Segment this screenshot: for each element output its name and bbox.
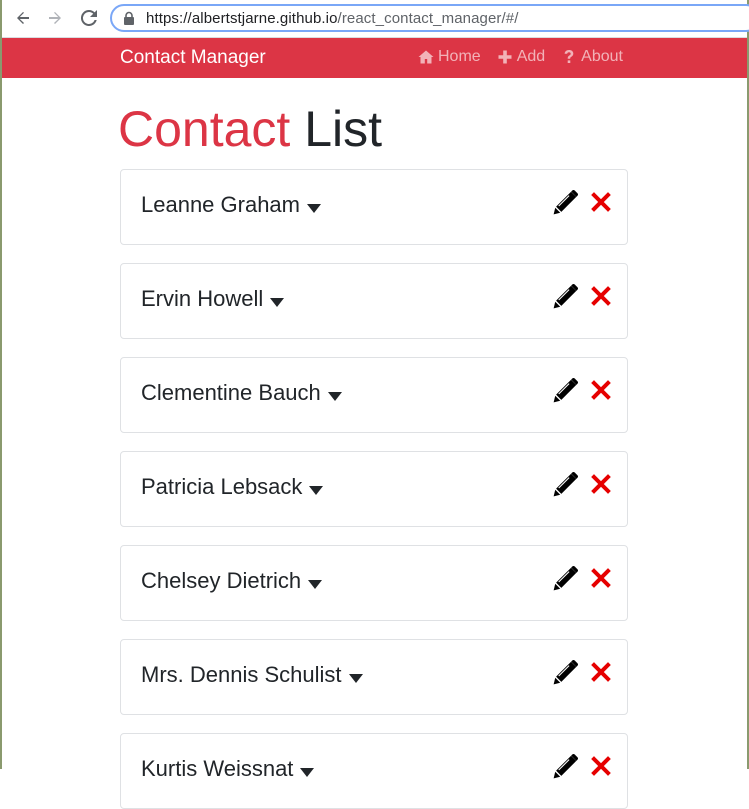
delete-contact-button[interactable]: [591, 192, 611, 212]
expand-toggle[interactable]: [270, 297, 285, 307]
expand-toggle[interactable]: [307, 203, 321, 213]
contact-card: Clementine Bauch: [120, 357, 628, 433]
close-icon: [591, 286, 611, 306]
edit-contact-button[interactable]: [552, 284, 578, 310]
nav-link-home[interactable]: Home: [418, 48, 481, 66]
contact-card: Chelsey Dietrich: [120, 545, 628, 621]
nav-link-about[interactable]: About: [561, 48, 623, 66]
navbar-links: Home Add About: [418, 48, 623, 66]
contact-name-row: Patricia Lebsack: [141, 474, 324, 500]
caret-down-icon: [327, 391, 342, 401]
page-title-accent: Contact: [118, 101, 291, 157]
nav-link-home-label: Home: [438, 48, 481, 65]
contact-name: Clementine Bauch: [141, 380, 321, 405]
nav-link-add[interactable]: Add: [497, 48, 545, 66]
close-icon: [591, 380, 611, 400]
navbar-brand[interactable]: Contact Manager: [120, 47, 266, 69]
contact-card: Kurtis Weissnat: [120, 733, 628, 809]
contact-name-row: Ervin Howell: [141, 286, 285, 312]
contact-name-row: Mrs. Dennis Schulist: [141, 662, 363, 688]
pencil-icon: [553, 190, 578, 215]
expand-toggle[interactable]: [308, 579, 323, 589]
contact-name-row: Kurtis Weissnat: [141, 756, 315, 782]
delete-contact-button[interactable]: [591, 756, 611, 776]
close-icon: [591, 474, 611, 494]
forward-button[interactable]: [44, 7, 66, 29]
expand-toggle[interactable]: [327, 391, 342, 401]
back-arrow-icon: [17, 12, 29, 24]
window-edge-left: [0, 0, 2, 769]
edit-contact-button[interactable]: [552, 566, 578, 592]
url-text: https://albertstjarne.github.io/react_co…: [146, 10, 519, 27]
contact-card: Mrs. Dennis Schulist: [120, 639, 628, 715]
question-icon: [564, 50, 574, 63]
contact-name: Patricia Lebsack: [141, 474, 303, 499]
delete-contact-button[interactable]: [591, 568, 611, 588]
lock-icon: [124, 11, 134, 25]
contact-name-row: Leanne Graham: [141, 192, 321, 218]
url-host: https://albertstjarne.github.io: [146, 10, 338, 27]
edit-contact-button[interactable]: [552, 754, 578, 780]
delete-contact-button[interactable]: [591, 474, 611, 494]
close-icon: [591, 192, 611, 212]
edit-contact-button[interactable]: [552, 378, 578, 404]
caret-down-icon: [308, 579, 323, 589]
caret-down-icon: [348, 673, 363, 683]
reload-button[interactable]: [78, 7, 100, 29]
delete-contact-button[interactable]: [591, 286, 611, 306]
caret-down-icon: [270, 297, 285, 307]
expand-toggle[interactable]: [348, 673, 363, 683]
browser-toolbar: https://albertstjarne.github.io/react_co…: [2, 0, 749, 38]
pencil-icon: [553, 472, 578, 497]
delete-contact-button[interactable]: [591, 662, 611, 682]
contact-card: Ervin Howell: [120, 263, 628, 339]
close-icon: [591, 756, 611, 776]
pencil-icon: [553, 378, 578, 403]
address-bar[interactable]: https://albertstjarne.github.io/react_co…: [110, 4, 749, 32]
edit-contact-button[interactable]: [552, 472, 578, 498]
pencil-icon: [553, 660, 578, 685]
close-icon: [591, 568, 611, 588]
page-title-rest: List: [304, 101, 383, 157]
contact-name: Mrs. Dennis Schulist: [141, 662, 342, 687]
contact-name: Ervin Howell: [141, 286, 264, 311]
pencil-icon: [553, 284, 578, 309]
close-icon: [591, 662, 611, 682]
expand-toggle[interactable]: [309, 485, 324, 495]
app-navbar: Contact Manager Home Add About: [2, 38, 747, 78]
plus-icon: [498, 50, 512, 64]
url-path: /react_contact_manager/#/: [337, 10, 519, 27]
contact-name-row: Chelsey Dietrich: [141, 568, 323, 594]
contact-name-row: Clementine Bauch: [141, 380, 342, 406]
caret-down-icon: [307, 203, 321, 213]
nav-link-add-label: Add: [516, 48, 546, 65]
contact-card: Leanne Graham: [120, 169, 628, 245]
back-button[interactable]: [12, 7, 34, 29]
edit-contact-button[interactable]: [552, 190, 578, 216]
page-title: Contact List: [118, 100, 382, 158]
caret-down-icon: [309, 485, 324, 495]
contact-name: Kurtis Weissnat: [141, 756, 294, 781]
forward-arrow-icon: [49, 12, 61, 24]
reload-icon: [81, 10, 97, 26]
contact-name: Chelsey Dietrich: [141, 568, 302, 593]
edit-contact-button[interactable]: [552, 660, 578, 686]
delete-contact-button[interactable]: [591, 380, 611, 400]
pencil-icon: [553, 754, 578, 779]
nav-link-about-label: About: [581, 48, 623, 65]
contact-name: Leanne Graham: [141, 192, 300, 217]
pencil-icon: [553, 566, 578, 591]
home-icon: [418, 50, 434, 64]
contact-card: Patricia Lebsack: [120, 451, 628, 527]
